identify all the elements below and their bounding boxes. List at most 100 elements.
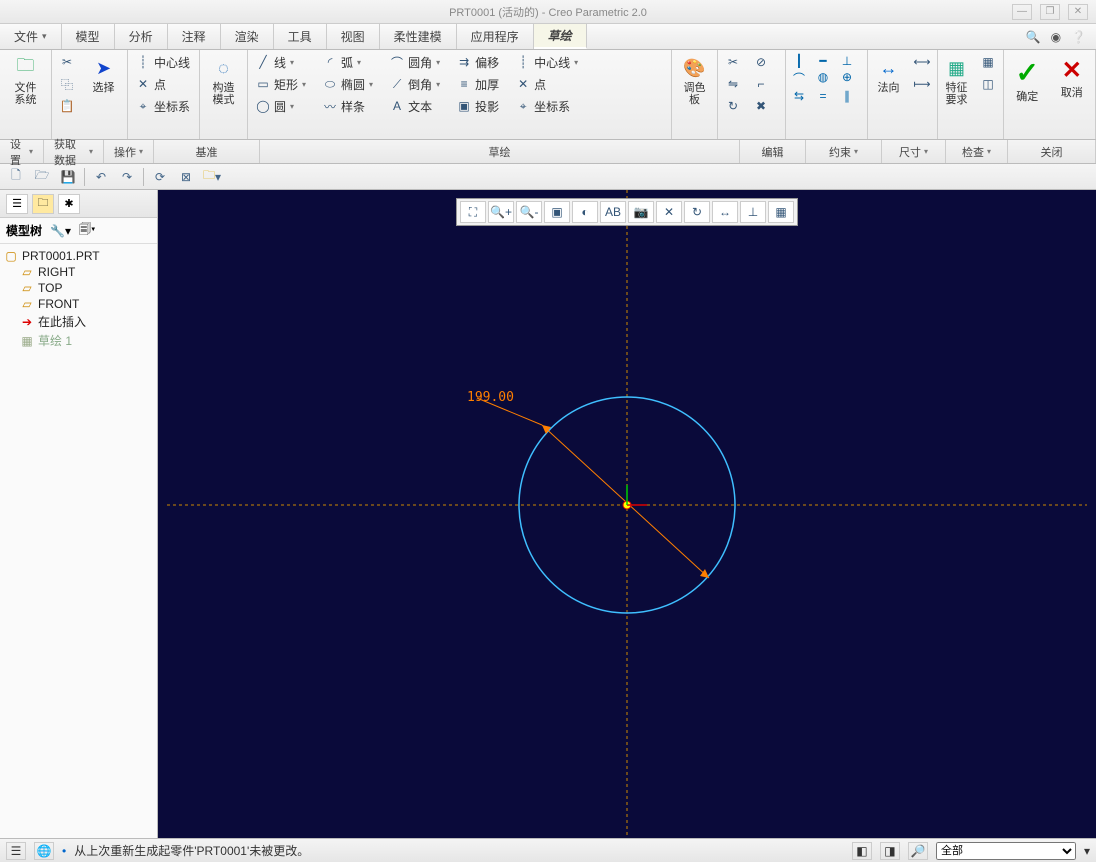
rect-button[interactable]: ▭矩形	[252, 74, 309, 94]
zoom-in-button[interactable]: 🔍+	[488, 201, 514, 223]
check1-button[interactable]: ▦	[977, 52, 999, 72]
point2-button[interactable]: ✕点	[512, 74, 581, 94]
spline-button[interactable]: 〰样条	[319, 96, 376, 116]
tree-tools-icon[interactable]: 🔧▾	[50, 224, 71, 238]
menu-flex[interactable]: 柔性建模	[380, 24, 457, 49]
menu-annotate[interactable]: 注释	[168, 24, 221, 49]
menu-apps[interactable]: 应用程序	[457, 24, 534, 49]
ellipse-button[interactable]: ⬭椭圆	[319, 74, 376, 94]
group-setup[interactable]: 设置	[0, 140, 44, 163]
constr-coinc-icon[interactable]: ⊕	[838, 70, 856, 84]
group-dim[interactable]: 尺寸	[882, 140, 946, 163]
menu-view[interactable]: 视图	[327, 24, 380, 49]
annot-button[interactable]: AB	[600, 201, 626, 223]
edit6-button[interactable]: ✖	[750, 96, 772, 116]
search-icon[interactable]: 🔍	[1026, 30, 1041, 44]
normal-dim-button[interactable]: ↔ 法向	[872, 52, 905, 94]
menu-model[interactable]: 模型	[62, 24, 115, 49]
status-toggle1[interactable]: ◧	[852, 842, 872, 860]
arc-button[interactable]: ◜弧	[319, 52, 376, 72]
tree-front[interactable]: ▱FRONT	[20, 296, 153, 312]
tree-sketch[interactable]: ▦草绘 1	[20, 331, 153, 350]
minimize-button[interactable]: —	[1012, 4, 1032, 20]
qat-open-button[interactable]: 🗁	[32, 167, 52, 187]
tree-settings-icon[interactable]: 🗐▾	[79, 220, 95, 241]
point-button[interactable]: ✕点	[132, 74, 193, 94]
qat-folder-button[interactable]: 🗀▾	[202, 167, 222, 187]
disp-grid-button[interactable]: ▦	[768, 201, 794, 223]
select-button[interactable]: ➤ 选择	[84, 52, 123, 94]
repaint-button[interactable]: ▣	[544, 201, 570, 223]
datum-disp-button[interactable]: ✕	[656, 201, 682, 223]
edit5-button[interactable]: ⌐	[750, 74, 772, 94]
close-button[interactable]: ✕	[1068, 4, 1088, 20]
circle-button[interactable]: ◯圆	[252, 96, 309, 116]
cancel-button[interactable]: ✕ 取消	[1053, 52, 1092, 99]
cut-button[interactable]: ✂	[56, 52, 78, 72]
filesys-button[interactable]: 🗀 文件 系统	[4, 52, 47, 106]
csys-button[interactable]: ⌖坐标系	[132, 96, 193, 116]
dim2-button[interactable]: ⟼	[911, 74, 933, 94]
line-button[interactable]: ╱线	[252, 52, 309, 72]
paste-button[interactable]: 📋	[56, 96, 78, 116]
text-button[interactable]: A文本	[386, 96, 443, 116]
edit2-button[interactable]: ⇋	[722, 74, 744, 94]
feature-req-button[interactable]: ▦ 特征 要求	[942, 52, 971, 106]
edit4-button[interactable]: ⊘	[750, 52, 772, 72]
status-toggle2[interactable]: ◨	[880, 842, 900, 860]
tree-tab-2[interactable]: 🗀	[32, 194, 54, 214]
constr-mid-icon[interactable]: ◍	[814, 70, 832, 84]
menu-render[interactable]: 渲染	[221, 24, 274, 49]
disp-constr-button[interactable]: ⊥	[740, 201, 766, 223]
spin-button[interactable]: ↻	[684, 201, 710, 223]
zoom-fit-button[interactable]: ⛶	[460, 201, 486, 223]
group-check[interactable]: 检查	[946, 140, 1008, 163]
status-find-button[interactable]: 🔎	[908, 842, 928, 860]
constr-equal-icon[interactable]: =	[814, 89, 832, 103]
csys2-button[interactable]: ⌖坐标系	[512, 96, 581, 116]
tree-tab-3[interactable]: ✱	[58, 194, 80, 214]
zoom-out-button[interactable]: 🔍-	[516, 201, 542, 223]
status-tree-button[interactable]: ☰	[6, 842, 26, 860]
constr-sym-icon[interactable]: ⇆	[790, 89, 808, 103]
ok-button[interactable]: ✓ 确定	[1008, 52, 1047, 103]
menu-analysis[interactable]: 分析	[115, 24, 168, 49]
help-icon[interactable]: ❔	[1071, 30, 1086, 44]
shading-button[interactable]: ◐	[572, 201, 598, 223]
constr-para-icon[interactable]: ∥	[838, 89, 856, 103]
qat-new-button[interactable]: 🗋	[6, 167, 26, 187]
tree-top[interactable]: ▱TOP	[20, 280, 153, 296]
palette-button[interactable]: 🎨 调色 板	[676, 52, 713, 106]
constr-tan-icon[interactable]: ⌒	[790, 70, 808, 87]
tree-right[interactable]: ▱RIGHT	[20, 264, 153, 280]
menu-file[interactable]: 文件	[0, 24, 62, 49]
qat-regen-button[interactable]: ⟳	[150, 167, 170, 187]
qat-close-button[interactable]: ⊠	[176, 167, 196, 187]
group-getdata[interactable]: 获取数据	[44, 140, 104, 163]
project-button[interactable]: ▣投影	[453, 96, 502, 116]
dimension-value[interactable]: 199.00	[467, 390, 514, 405]
status-browser-button[interactable]: 🌐	[34, 842, 54, 860]
disp-dim-button[interactable]: ↔	[712, 201, 738, 223]
qat-save-button[interactable]: 💾	[58, 167, 78, 187]
thicken-button[interactable]: ≡加厚	[453, 74, 502, 94]
tree-tab-1[interactable]: ☰	[6, 194, 28, 214]
tree-root[interactable]: ▢PRT0001.PRT	[4, 248, 153, 264]
constr-perp-icon[interactable]: ⊥	[838, 54, 856, 68]
sketch-canvas[interactable]: ⛶ 🔍+ 🔍- ▣ ◐ AB 📷 ✕ ↻ ↔ ⊥ ▦ 199.00	[158, 190, 1096, 838]
copy-button[interactable]: ⿻	[56, 74, 78, 94]
menu-sketch[interactable]: 草绘	[534, 24, 587, 49]
tree-insert[interactable]: ➔在此插入	[20, 312, 153, 331]
qat-undo-button[interactable]: ↶	[91, 167, 111, 187]
maximize-button[interactable]: ❐	[1040, 4, 1060, 20]
menu-tools[interactable]: 工具	[274, 24, 327, 49]
selection-filter[interactable]: 全部	[936, 842, 1076, 860]
centerline2-button[interactable]: ┊中心线	[512, 52, 581, 72]
saved-view-button[interactable]: 📷	[628, 201, 654, 223]
dim1-button[interactable]: ⟷	[911, 52, 933, 72]
centerline-button[interactable]: ┊中心线	[132, 52, 193, 72]
qat-redo-button[interactable]: ↷	[117, 167, 137, 187]
constr-horiz-icon[interactable]: ━	[814, 54, 832, 68]
offset-button[interactable]: ⇉偏移	[453, 52, 502, 72]
globe-icon[interactable]: ◉	[1051, 30, 1061, 44]
